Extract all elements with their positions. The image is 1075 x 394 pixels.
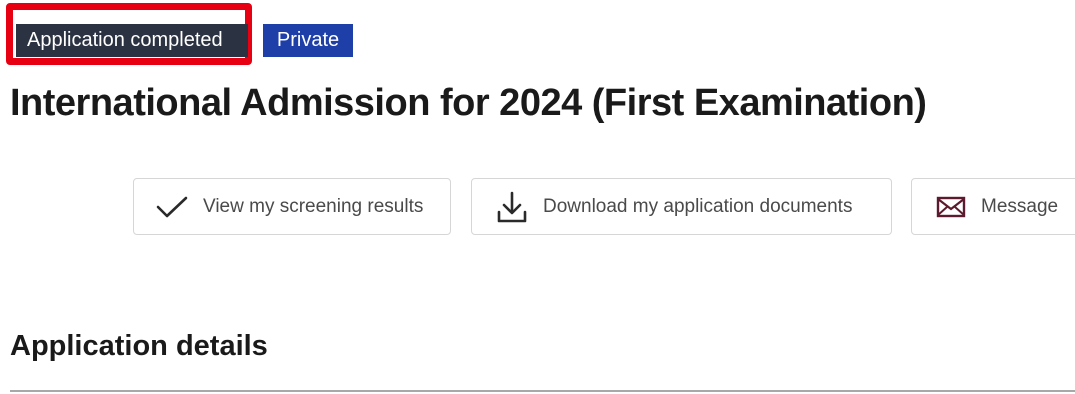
- download-documents-button[interactable]: Download my application documents: [471, 178, 892, 235]
- envelope-icon: [936, 196, 966, 218]
- message-button[interactable]: Message: [911, 178, 1075, 235]
- status-badge-private: Private: [263, 24, 353, 57]
- view-screening-results-label: View my screening results: [203, 195, 424, 217]
- status-badge-completed: Application completed: [16, 24, 248, 57]
- checkmark-icon: [156, 195, 188, 219]
- message-label: Message: [981, 195, 1059, 217]
- download-icon: [496, 190, 528, 224]
- section-divider: [10, 390, 1075, 392]
- download-documents-label: Download my application documents: [543, 195, 853, 217]
- section-title-application-details: Application details: [10, 330, 268, 362]
- page-title: International Admission for 2024 (First …: [10, 82, 927, 124]
- view-screening-results-button[interactable]: View my screening results: [133, 178, 451, 235]
